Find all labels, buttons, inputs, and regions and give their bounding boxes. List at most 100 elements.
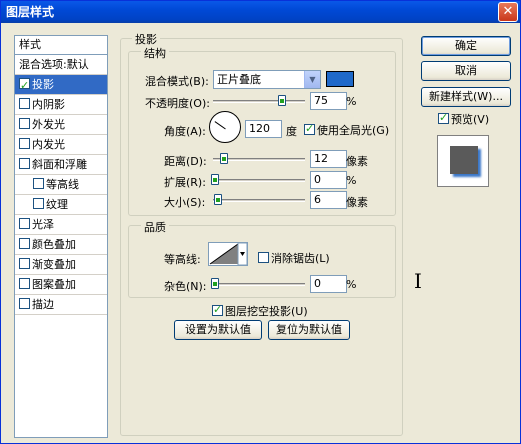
- style-checkbox[interactable]: [33, 198, 44, 209]
- global-light-check[interactable]: [304, 122, 315, 135]
- angle-label: 角度(A):: [164, 125, 206, 138]
- contour-label: 等高线:: [164, 253, 201, 266]
- style-list-item[interactable]: 颜色叠加: [15, 235, 107, 255]
- spread-label: 扩展(R):: [164, 176, 206, 189]
- noise-unit: %: [346, 278, 357, 291]
- style-list-item-label: 等高线: [46, 178, 79, 191]
- spread-unit: %: [346, 174, 357, 187]
- style-list-item-label: 图案叠加: [32, 278, 76, 291]
- style-checkbox[interactable]: [19, 258, 30, 269]
- preview-checkbox[interactable]: 预览(V): [438, 111, 489, 127]
- noise-label: 杂色(N):: [164, 280, 207, 293]
- reset-default-button[interactable]: 复位为默认值: [268, 320, 350, 340]
- size-input[interactable]: 6: [310, 191, 347, 209]
- style-list-item[interactable]: 等高线: [15, 175, 107, 195]
- style-checkbox[interactable]: [19, 118, 30, 129]
- distance-slider-thumb[interactable]: [220, 153, 228, 164]
- title-bar: 图层样式 ✕: [1, 1, 520, 23]
- anti-alias-checkbox[interactable]: 消除锯齿(L): [258, 250, 330, 266]
- blend-mode-label: 混合模式(B):: [145, 75, 209, 88]
- knockout-check[interactable]: [212, 303, 223, 316]
- angle-dial-hand: [214, 121, 226, 130]
- set-default-button[interactable]: 设置为默认值: [174, 320, 262, 340]
- style-list-item[interactable]: 斜面和浮雕: [15, 155, 107, 175]
- style-checkbox[interactable]: [19, 298, 30, 309]
- blend-mode-select[interactable]: 正片叠底 ▼: [213, 70, 321, 89]
- style-list-item[interactable]: 内阴影: [15, 95, 107, 115]
- style-checkbox[interactable]: [19, 98, 30, 109]
- style-checkbox[interactable]: [19, 278, 30, 289]
- opacity-slider-track[interactable]: [213, 100, 305, 103]
- preview-thumbnail: [437, 135, 489, 187]
- noise-input[interactable]: 0: [310, 275, 347, 293]
- structure-title: 结构: [141, 45, 169, 61]
- style-checkbox[interactable]: [19, 138, 30, 149]
- size-slider-track[interactable]: [213, 199, 305, 202]
- style-list-item[interactable]: 混合选项:默认: [15, 55, 107, 75]
- style-list-item[interactable]: 内发光: [15, 135, 107, 155]
- shadow-color-swatch[interactable]: [326, 71, 354, 87]
- style-checkbox[interactable]: [19, 76, 30, 95]
- style-list-item-label: 外发光: [32, 118, 65, 131]
- style-list-header: 样式: [15, 36, 107, 55]
- chevron-down-icon[interactable]: ▼: [304, 71, 320, 88]
- style-list-item-label: 渐变叠加: [32, 258, 76, 271]
- style-list-item[interactable]: 外发光: [15, 115, 107, 135]
- style-list-item[interactable]: 描边: [15, 295, 107, 315]
- distance-input[interactable]: 12: [310, 150, 347, 168]
- style-list-item[interactable]: 图案叠加: [15, 275, 107, 295]
- spread-slider-thumb[interactable]: [211, 174, 219, 185]
- noise-slider-thumb[interactable]: [211, 278, 219, 289]
- angle-dial[interactable]: [209, 111, 241, 143]
- size-slider-thumb[interactable]: [214, 194, 222, 205]
- window-title: 图层样式: [6, 5, 55, 19]
- style-checkbox[interactable]: [33, 178, 44, 189]
- use-global-light-checkbox[interactable]: 使用全局光(G): [304, 122, 389, 138]
- style-list-item[interactable]: 纹理: [15, 195, 107, 215]
- style-list-item[interactable]: 渐变叠加: [15, 255, 107, 275]
- ok-button[interactable]: 确定: [421, 36, 511, 56]
- noise-slider-track[interactable]: [213, 283, 305, 286]
- preview-check[interactable]: [438, 111, 449, 124]
- spread-slider-track[interactable]: [213, 179, 305, 182]
- cancel-button[interactable]: 取消: [421, 61, 511, 81]
- layer-style-dialog: 图层样式 ✕ 样式 混合选项:默认投影内阴影外发光内发光斜面和浮雕等高线纹理光泽…: [0, 0, 521, 444]
- knockout-label: 图层挖空投影(U): [225, 305, 308, 318]
- distance-label: 距离(D):: [164, 155, 207, 168]
- style-list-item-label: 纹理: [46, 198, 68, 211]
- contour-picker[interactable]: [208, 242, 248, 266]
- anti-alias-label: 消除锯齿(L): [271, 252, 330, 265]
- close-icon[interactable]: ✕: [498, 2, 518, 22]
- opacity-input[interactable]: 75: [310, 92, 347, 110]
- style-list: 样式 混合选项:默认投影内阴影外发光内发光斜面和浮雕等高线纹理光泽颜色叠加渐变叠…: [14, 35, 108, 438]
- size-unit: 像素: [346, 196, 368, 209]
- drop-shadow-panel: 投影 结构 混合模式(B): 正片叠底 ▼ 不透明度(O): 75 % 角度(A…: [118, 31, 405, 438]
- angle-unit: 度: [286, 125, 297, 138]
- size-label: 大小(S):: [164, 196, 206, 209]
- global-light-label: 使用全局光(G): [317, 124, 390, 137]
- style-list-item[interactable]: 光泽: [15, 215, 107, 235]
- new-style-button[interactable]: 新建样式(W)...: [421, 87, 511, 107]
- opacity-slider-thumb[interactable]: [278, 95, 286, 106]
- knockout-checkbox[interactable]: 图层挖空投影(U): [212, 303, 308, 319]
- style-list-item-label: 斜面和浮雕: [32, 158, 87, 171]
- opacity-label: 不透明度(O):: [145, 97, 210, 110]
- style-checkbox[interactable]: [19, 158, 30, 169]
- i-beam-cursor-icon: I: [414, 269, 422, 293]
- style-checkbox[interactable]: [19, 218, 30, 229]
- preview-label: 预览(V): [451, 113, 490, 126]
- anti-alias-check[interactable]: [258, 252, 269, 263]
- opacity-unit: %: [346, 95, 357, 108]
- style-list-item[interactable]: 投影: [15, 75, 107, 95]
- style-list-item-label: 内发光: [32, 138, 65, 151]
- spread-input[interactable]: 0: [310, 171, 347, 189]
- preview-shape: [450, 146, 478, 174]
- style-checkbox[interactable]: [19, 238, 30, 249]
- style-list-item-label: 描边: [32, 298, 54, 311]
- distance-unit: 像素: [346, 155, 368, 168]
- angle-input[interactable]: 120: [245, 120, 282, 138]
- style-list-item-label: 混合选项:默认: [19, 58, 89, 71]
- quality-title: 品质: [141, 219, 169, 235]
- style-list-item-label: 内阴影: [32, 98, 65, 111]
- contour-curve-icon: [209, 242, 248, 266]
